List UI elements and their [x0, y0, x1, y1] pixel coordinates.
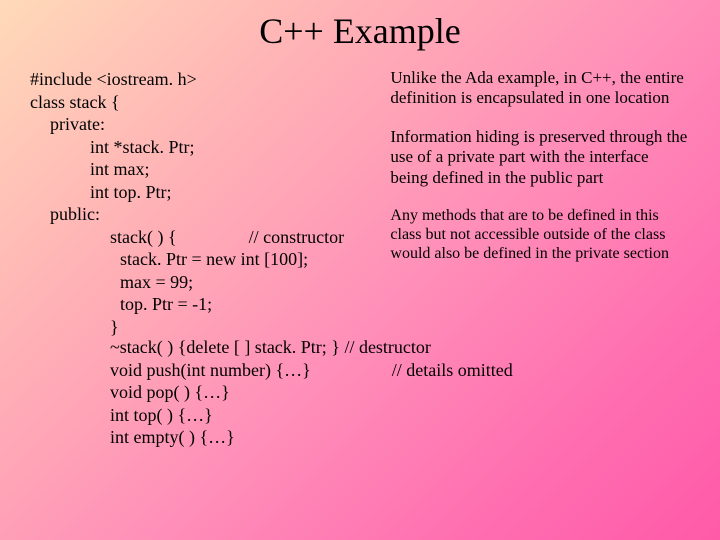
code-line: class stack {: [30, 91, 386, 114]
code-line: public:: [30, 203, 386, 226]
code-line: stack( ) { // constructor: [30, 226, 386, 249]
code-line: int empty( ) {…}: [30, 426, 690, 449]
code-line: int top( ) {…}: [30, 404, 690, 427]
code-line: max = 99;: [30, 271, 386, 294]
code-line: int *stack. Ptr;: [30, 136, 386, 159]
code-line: ~stack( ) {delete [ ] stack. Ptr; } // d…: [30, 336, 690, 359]
code-column: #include <iostream. h> class stack { pri…: [30, 68, 386, 338]
note-paragraph: Any methods that are to be defined in th…: [390, 206, 690, 264]
code-line: void pop( ) {…}: [30, 381, 690, 404]
code-line: int max;: [30, 158, 386, 181]
code-line: top. Ptr = -1;: [30, 293, 386, 316]
code-spacer: [177, 227, 249, 247]
code-spacer: [311, 360, 392, 380]
code-text: stack( ) {: [110, 227, 177, 247]
slide-title: C++ Example: [30, 10, 690, 52]
code-line: private:: [30, 113, 386, 136]
code-comment: // details omitted: [392, 360, 513, 380]
code-line: stack. Ptr = new int [100];: [30, 248, 386, 271]
code-line: #include <iostream. h>: [30, 68, 386, 91]
note-paragraph: Information hiding is preserved through …: [390, 127, 690, 188]
notes-column: Unlike the Ada example, in C++, the enti…: [386, 68, 690, 338]
code-line: void push(int number) {…} // details omi…: [30, 359, 690, 382]
code-text: void push(int number) {…}: [110, 360, 311, 380]
slide: C++ Example #include <iostream. h> class…: [0, 0, 720, 540]
code-full-width: ~stack( ) {delete [ ] stack. Ptr; } // d…: [30, 336, 690, 449]
code-line: int top. Ptr;: [30, 181, 386, 204]
content-row: #include <iostream. h> class stack { pri…: [30, 68, 690, 338]
code-comment: // constructor: [249, 227, 344, 247]
code-line: }: [30, 316, 386, 339]
note-paragraph: Unlike the Ada example, in C++, the enti…: [390, 68, 690, 109]
